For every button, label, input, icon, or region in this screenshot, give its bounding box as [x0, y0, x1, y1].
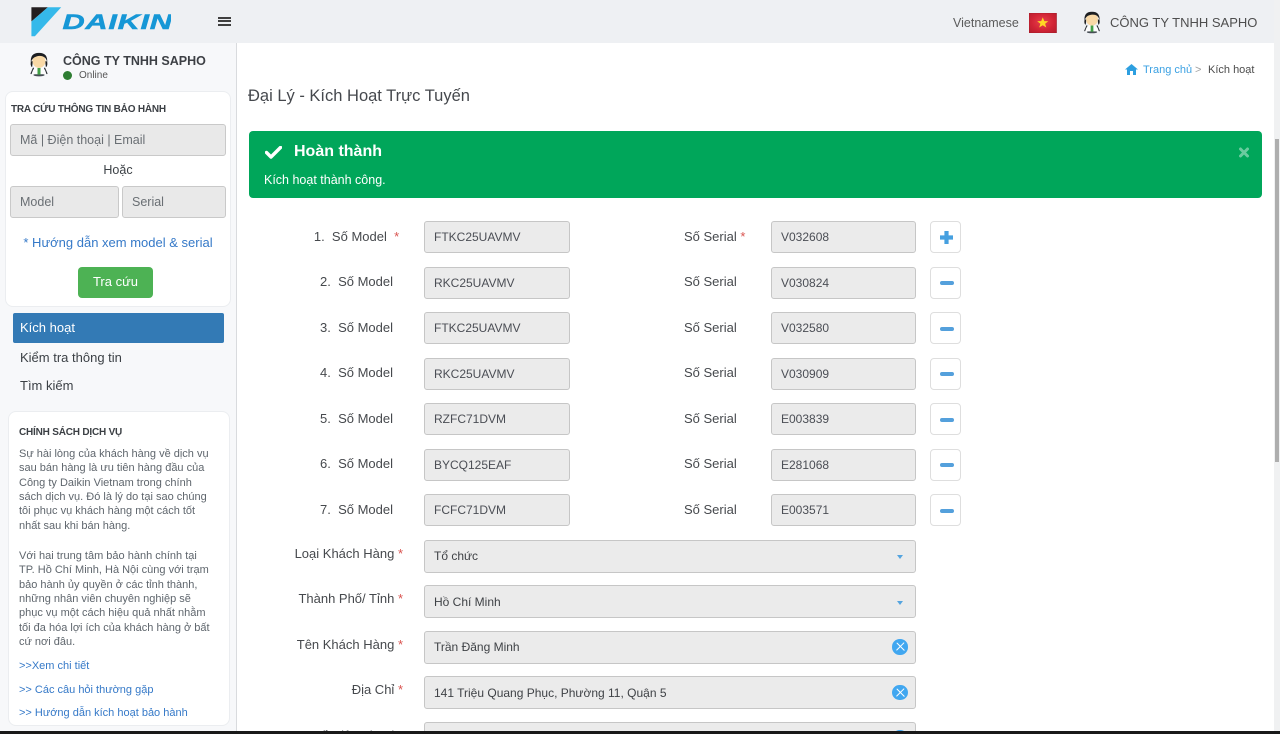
svg-text:DAIKIN: DAIKIN: [63, 9, 172, 33]
